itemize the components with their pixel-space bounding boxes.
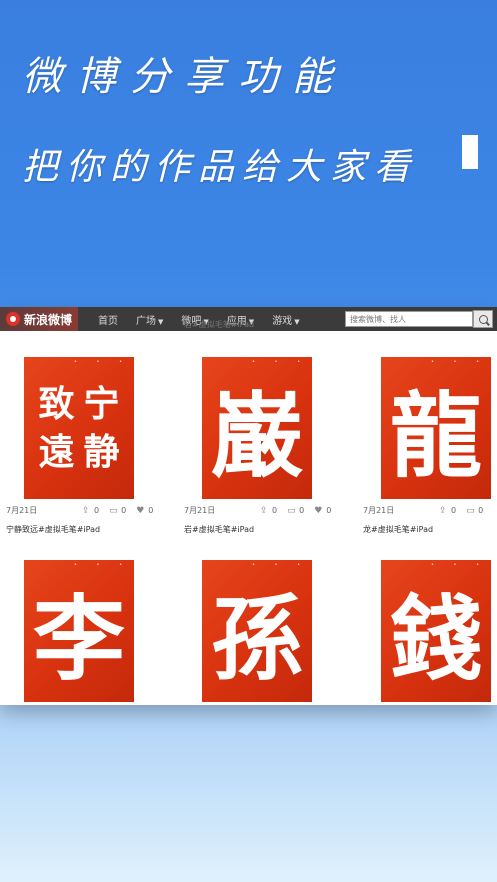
share-icon: ⇪ — [82, 505, 90, 516]
text-cursor — [462, 135, 478, 169]
post-date[interactable]: 7月21日 — [363, 505, 439, 516]
search-button[interactable] — [473, 310, 493, 328]
artwork-glyph: 龍 — [389, 381, 482, 490]
caret-down-icon: ▼ — [294, 317, 300, 326]
calligraphy-artwork[interactable]: • • • 錢 — [381, 560, 491, 702]
share-count: 0 — [94, 506, 100, 515]
like-stat[interactable]: ♥ 0 — [314, 506, 331, 515]
nav-label: 广场 — [136, 315, 157, 327]
heart-icon: ♥ — [314, 505, 323, 516]
search-icon — [478, 314, 488, 324]
post-caption: 宁静致远#虚拟毛笔#iPad — [6, 525, 101, 534]
artwork-glyph: 孫 — [210, 584, 303, 693]
comment-count: 0 — [478, 506, 484, 515]
search-input[interactable] — [345, 311, 473, 327]
share-count: 0 — [272, 506, 278, 515]
share-count: 0 — [451, 506, 457, 515]
post-caption: 龙#虚拟毛笔#iPad — [363, 525, 434, 534]
post-caption: 岩#虚拟毛笔#iPad — [184, 525, 255, 534]
nav-item-home[interactable]: 首页 — [98, 312, 118, 327]
post-card[interactable]: • • • 巌 7月21日 ⇪ 0 ▭ 0 ♥ 0 岩#虚拟毛笔#iPad — [184, 357, 372, 535]
glyph-char: 致 — [38, 383, 75, 425]
comment-icon: ▭ — [109, 505, 118, 516]
nav-item-square[interactable]: 广场 ▼ — [136, 312, 163, 327]
like-count: 0 — [326, 506, 332, 515]
comment-stat[interactable]: ▭ 0 — [109, 506, 126, 515]
calligraphy-artwork[interactable]: • • • 李 — [24, 560, 134, 702]
share-icon: ⇪ — [260, 505, 268, 516]
artwork-glyph: 李 — [32, 584, 125, 693]
subheadline: 把你的作品给大家看 — [22, 147, 419, 188]
weibo-screenshot: 新浪微博 首页 广场▼ 微吧▼ 应用▼ 游戏▼ 岩#虚拟毛笔#iPad • • … — [0, 307, 497, 705]
weibo-logo[interactable]: 新浪微博 — [0, 307, 79, 331]
headline: 微博分享功能 — [22, 54, 346, 100]
comment-icon: ▭ — [466, 505, 475, 516]
like-stat[interactable]: ♥ 0 — [136, 506, 153, 515]
nav-label: 游戏 — [272, 315, 293, 327]
post-meta: 7月21日 ⇪ 0 ▭ 0 — [363, 505, 497, 516]
comment-count: 0 — [121, 506, 127, 515]
post-card[interactable]: • • • 孫 — [202, 560, 372, 702]
like-count: 0 — [148, 506, 154, 515]
glyph-char: 静 — [83, 431, 120, 473]
hero-banner: 微博分享功能 把你的作品给大家看 — [0, 0, 497, 300]
post-card[interactable]: • • • 龍 7月21日 ⇪ 0 ▭ 0 龙#虚拟毛笔#iPad — [363, 357, 497, 535]
nav-label: 首页 — [98, 315, 119, 327]
artwork-glyph: 致 宁 遠 静 — [24, 357, 134, 499]
share-stat[interactable]: ⇪ 0 — [260, 506, 277, 515]
calligraphy-artwork[interactable]: • • • 孫 — [202, 560, 312, 702]
glyph-char: 遠 — [38, 431, 75, 473]
logo-text: 新浪微博 — [24, 312, 73, 327]
post-card[interactable]: • • • 致 宁 遠 静 7月21日 ⇪ 0 ▭ 0 ♥ 0 宁静致远#虚拟毛笔#i… — [6, 357, 194, 535]
artwork-glyph: 錢 — [389, 584, 482, 693]
nav-item-games[interactable]: 游戏 ▼ — [272, 312, 299, 327]
caret-down-icon: ▼ — [158, 317, 164, 326]
heart-icon: ♥ — [136, 505, 145, 516]
post-date[interactable]: 7月21日 — [184, 505, 260, 516]
calligraphy-artwork[interactable]: • • • 致 宁 遠 静 — [24, 357, 134, 499]
post-meta: 7月21日 ⇪ 0 ▭ 0 ♥ 0 — [184, 505, 372, 516]
weibo-eye-icon — [6, 312, 20, 326]
ghost-caption: 岩#虚拟毛笔#iPad — [184, 320, 255, 329]
post-card[interactable]: • • • 李 — [24, 560, 194, 702]
glyph-char: 宁 — [83, 383, 120, 425]
calligraphy-artwork[interactable]: • • • 龍 — [381, 357, 491, 499]
post-meta: 7月21日 ⇪ 0 ▭ 0 ♥ 0 — [6, 505, 194, 516]
comment-stat[interactable]: ▭ 0 — [466, 506, 483, 515]
comment-stat[interactable]: ▭ 0 — [287, 506, 304, 515]
comment-count: 0 — [299, 506, 305, 515]
share-stat[interactable]: ⇪ 0 — [439, 506, 456, 515]
share-stat[interactable]: ⇪ 0 — [82, 506, 99, 515]
artwork-glyph: 巌 — [210, 381, 303, 490]
post-date[interactable]: 7月21日 — [6, 505, 82, 516]
share-icon: ⇪ — [439, 505, 447, 516]
comment-icon: ▭ — [287, 505, 296, 516]
post-card[interactable]: • • • 錢 — [381, 560, 497, 702]
search-box — [345, 310, 493, 328]
app-promo-screen: { "hero": { "headline": "微博分享功能", "subhe… — [0, 0, 497, 882]
calligraphy-artwork[interactable]: • • • 巌 — [202, 357, 312, 499]
